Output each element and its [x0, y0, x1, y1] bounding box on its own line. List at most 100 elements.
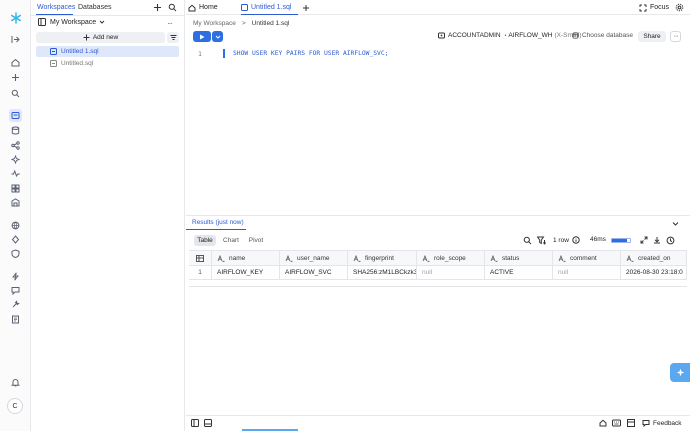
home-icon[interactable] — [9, 56, 22, 69]
table-cell[interactable]: SHA256:zM1LBCkzk32 — [348, 266, 417, 280]
breadcrumb-file: Untitled 1.sql — [251, 20, 290, 27]
layout-icon[interactable] — [627, 419, 635, 427]
bullet-icon: • — [504, 32, 507, 39]
duration-bar-fill — [612, 239, 628, 242]
grid-settings-icon[interactable] — [196, 254, 204, 262]
search-icon[interactable] — [168, 3, 177, 12]
context-selector[interactable]: ACCOUNTADMIN • AIRFLOW_WH (X-Small) — [438, 32, 582, 39]
row-index: 1 — [189, 266, 212, 280]
shield-icon[interactable] — [9, 247, 22, 260]
notifications-bell-icon[interactable] — [9, 376, 22, 389]
sort-button[interactable] — [167, 32, 179, 43]
column-header[interactable]: name — [212, 250, 280, 266]
line-number: 1 — [198, 50, 202, 58]
workspace-panel: Workspaces Databases My Workspace ··· Ad… — [31, 0, 185, 431]
file-item[interactable]: Untitled.sql — [36, 58, 179, 69]
download-icon[interactable] — [653, 236, 661, 244]
user-avatar[interactable]: C — [7, 398, 23, 414]
view-table-button[interactable]: Table — [194, 235, 216, 246]
sql-editor-line[interactable]: SHOW USER KEY PAIRS FOR USER AIRFLOW_SVC… — [233, 50, 388, 57]
table-cell[interactable]: null — [553, 266, 621, 280]
column-header[interactable]: user_name — [280, 250, 348, 266]
role-name: ACCOUNTADMIN — [448, 32, 501, 39]
toggle-results-icon[interactable] — [204, 419, 212, 427]
add-new-label: Add new — [92, 34, 119, 41]
database-icon — [572, 32, 579, 39]
lightning-icon[interactable] — [9, 270, 22, 283]
column-header-label: comment — [570, 254, 597, 262]
share-button[interactable]: Share — [638, 31, 666, 42]
create-plus-icon[interactable] — [9, 71, 22, 84]
home-icon[interactable] — [599, 419, 607, 427]
column-header[interactable]: comment — [553, 250, 621, 266]
collapse-results-chevron-icon[interactable] — [672, 220, 679, 227]
projects-icon[interactable] — [9, 109, 22, 122]
column-header[interactable]: role_scope — [417, 250, 485, 266]
history-clock-icon[interactable] — [666, 236, 675, 245]
top-tab-bar: Home Untitled 1.sql Focus — [186, 0, 690, 15]
focus-button[interactable]: Focus — [639, 0, 669, 15]
text-type-icon — [285, 254, 293, 262]
table-cell[interactable]: null — [417, 266, 485, 280]
breadcrumb-root[interactable]: My Workspace — [193, 20, 236, 27]
file-name: Untitled 1.sql — [61, 48, 99, 55]
view-pivot-button[interactable]: Pivot — [245, 235, 267, 246]
column-header[interactable]: created_on — [621, 250, 687, 266]
snowflake-logo-icon[interactable] — [9, 11, 22, 24]
assistant-fab-button[interactable] — [670, 363, 690, 382]
new-tab-plus-icon[interactable] — [302, 0, 310, 15]
marketplace-icon[interactable] — [9, 182, 22, 195]
docs-icon[interactable] — [9, 313, 22, 326]
column-header[interactable]: status — [485, 250, 553, 266]
text-type-icon — [558, 254, 566, 262]
play-icon — [200, 34, 205, 39]
toggle-sidebar-icon[interactable] — [191, 419, 199, 427]
sort-icon — [170, 35, 176, 40]
table-cell[interactable]: AIRFLOW_KEY — [212, 266, 280, 280]
tools-icon[interactable] — [9, 298, 22, 311]
tab-home[interactable]: Home — [188, 0, 218, 15]
results-title[interactable]: Results (just now) — [192, 219, 244, 226]
new-plus-icon[interactable] — [153, 3, 162, 12]
column-header-label: role_scope — [434, 254, 466, 262]
more-options-icon[interactable]: ··· — [670, 31, 681, 42]
ai-ml-icon[interactable] — [9, 153, 22, 166]
feedback-button[interactable]: Feedback — [642, 419, 682, 427]
search-icon[interactable] — [9, 87, 22, 100]
search-results-icon[interactable] — [523, 236, 532, 245]
data-products-icon[interactable] — [9, 139, 22, 152]
admin-globe-icon[interactable] — [9, 219, 22, 232]
monitoring-icon[interactable] — [9, 167, 22, 180]
add-new-button[interactable]: Add new — [36, 32, 165, 43]
sql-file-icon — [50, 48, 57, 55]
table-cell[interactable]: AIRFLOW_SVC — [280, 266, 348, 280]
more-options-icon[interactable]: ··· — [167, 19, 173, 28]
file-item-active[interactable]: Untitled 1.sql — [36, 46, 179, 57]
home-icon — [188, 4, 196, 11]
settings-gear-icon[interactable] — [675, 0, 684, 15]
empty-grid-row — [189, 280, 687, 287]
focus-label: Focus — [650, 4, 670, 11]
table-cell[interactable]: ACTIVE — [485, 266, 553, 280]
run-options-button[interactable] — [212, 31, 223, 42]
choose-database-button[interactable]: Choose database — [572, 32, 633, 39]
keyboard-icon[interactable] — [612, 419, 621, 427]
tab-databases[interactable]: Databases — [78, 4, 111, 11]
workspace-selector[interactable]: My Workspace — [38, 18, 105, 26]
chat-icon[interactable] — [9, 284, 22, 297]
collapse-sidebar-icon[interactable] — [9, 33, 22, 46]
tab-home-label: Home — [199, 4, 218, 11]
data-icon[interactable] — [9, 124, 22, 137]
sparkle-icon — [676, 368, 684, 377]
view-chart-button[interactable]: Chart — [220, 235, 242, 246]
run-button[interactable] — [193, 31, 211, 42]
tab-active-sql[interactable]: Untitled 1.sql — [241, 0, 298, 15]
expand-results-icon[interactable] — [640, 236, 648, 244]
catalog-icon[interactable] — [9, 196, 22, 209]
info-icon[interactable] — [572, 236, 580, 244]
column-header[interactable]: fingerprint — [348, 250, 417, 266]
filter-icon[interactable] — [537, 236, 547, 245]
tab-workspaces[interactable]: Workspaces — [37, 4, 75, 11]
table-cell[interactable]: 2026-08-30 23:18:0 — [621, 266, 687, 280]
governance-icon[interactable] — [9, 233, 22, 246]
